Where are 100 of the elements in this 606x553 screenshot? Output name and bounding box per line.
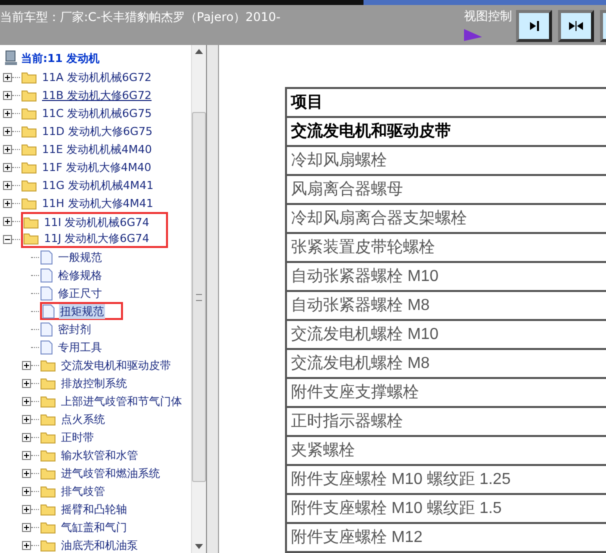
expand-icon[interactable]: [3, 198, 12, 208]
folder-icon: [40, 484, 56, 498]
tree-item[interactable]: 修正尺寸: [57, 286, 103, 300]
tree-item[interactable]: 一般规范: [57, 250, 103, 264]
table-cell: 自动张紧器螺栓 M10: [286, 262, 606, 291]
table-cell: 附件支座螺栓 M10 螺纹距 1.5: [286, 494, 606, 523]
tree-item[interactable]: 11E 发动机机械4M40: [41, 142, 153, 156]
tree-item[interactable]: 排放控制系统: [60, 376, 128, 390]
section-cell: 交流发电机和驱动皮带: [286, 117, 606, 146]
tree-item[interactable]: 点火系统: [60, 412, 106, 426]
tree-item[interactable]: 11H 发动机大修4M41: [41, 196, 154, 210]
folder-icon: [40, 394, 56, 408]
arrow-icon: [568, 20, 584, 32]
table-cell: 附件支座螺栓 M12: [286, 523, 606, 552]
expand-icon[interactable]: [22, 378, 31, 388]
table-cell: 自动张紧器螺栓 M8: [286, 291, 606, 320]
tree-root[interactable]: 当前:11 发动机: [21, 50, 100, 66]
view-button[interactable]: [558, 10, 594, 42]
folder-icon: [21, 178, 37, 192]
scroll-down-icon[interactable]: [195, 544, 203, 549]
document-icon: [40, 322, 53, 336]
view-control-label: 视图控制: [464, 8, 512, 25]
folder-icon: [40, 430, 56, 444]
table-cell: 交流发电机螺栓 M8: [286, 349, 606, 378]
folder-icon: [21, 142, 37, 156]
table-cell: 交流发电机螺栓 M10: [286, 320, 606, 349]
table-cell: 附件支座螺栓 M10 螺纹距 1.25: [286, 465, 606, 494]
folder-icon: [40, 466, 56, 480]
folder-icon: [21, 106, 37, 120]
tree-item[interactable]: 检修规格: [57, 268, 103, 282]
expand-icon[interactable]: [3, 162, 12, 172]
expand-icon[interactable]: [22, 540, 31, 550]
tree-item[interactable]: 11D 发动机大修6G75: [41, 124, 154, 138]
scroll-thumb[interactable]: [192, 112, 206, 482]
table-cell: 风扇离合器螺母: [286, 175, 606, 204]
tree-item[interactable]: 进气歧管和燃油系统: [60, 466, 161, 480]
folder-icon: [21, 124, 37, 138]
tree-item[interactable]: 交流发电机和驱动皮带: [60, 358, 172, 372]
expand-icon[interactable]: [22, 396, 31, 406]
expand-icon[interactable]: [22, 450, 31, 460]
expand-icon[interactable]: [22, 486, 31, 496]
expand-icon[interactable]: [3, 72, 12, 82]
tree-item[interactable]: 油底壳和机油泵: [60, 538, 139, 552]
table-cell: 附件支座支撑螺栓: [286, 378, 606, 407]
tree-item[interactable]: 11B 发动机大修6G72: [41, 88, 153, 102]
document-icon: [40, 340, 53, 354]
column-header: 项目: [286, 88, 606, 117]
folder-icon: [40, 520, 56, 534]
table-cell: 夹紧螺栓: [286, 436, 606, 465]
expand-icon[interactable]: [3, 126, 12, 136]
tree-item[interactable]: 上部进气歧管和节气门体: [60, 394, 183, 408]
tree-item[interactable]: 气缸盖和气门: [60, 520, 128, 534]
tree-item[interactable]: 输水软管和水管: [60, 448, 139, 462]
expand-icon[interactable]: [22, 504, 31, 514]
expand-icon[interactable]: [3, 90, 12, 100]
tree-item[interactable]: 正时带: [60, 430, 95, 444]
folder-icon: [23, 216, 39, 228]
scroll-up-icon[interactable]: [195, 49, 203, 54]
document-icon: [42, 304, 55, 318]
folder-icon: [40, 358, 56, 372]
expand-icon[interactable]: [22, 414, 31, 424]
collapse-icon[interactable]: [3, 234, 12, 244]
tree-item[interactable]: 11G 发动机机械4M41: [41, 178, 155, 192]
expand-icon[interactable]: [3, 180, 12, 190]
tree-item[interactable]: 摇臂和凸轮轴: [60, 502, 128, 516]
folder-icon: [40, 502, 56, 516]
table-cell: 冷却风扇离合器支架螺栓: [286, 204, 606, 233]
folder-icon: [21, 160, 37, 174]
tree-item[interactable]: 排气歧管: [60, 484, 106, 498]
tree-item[interactable]: 11C 发动机机械6G75: [41, 106, 153, 120]
tree-item[interactable]: 专用工具: [57, 340, 103, 354]
triangle-icon: [464, 29, 482, 41]
tree-item[interactable]: 11A 发动机机械6G72: [41, 70, 153, 84]
folder-icon: [40, 538, 56, 552]
tree-item[interactable]: 扭矩规范: [59, 304, 105, 318]
folder-icon: [21, 70, 37, 84]
expand-icon[interactable]: [22, 522, 31, 532]
vehicle-title: 当前车型：厂家:C-长丰猎豹帕杰罗（Pajero）2010-: [0, 9, 280, 26]
view-button[interactable]: [516, 10, 552, 42]
scrollbar[interactable]: [191, 45, 206, 553]
expand-icon[interactable]: [22, 432, 31, 442]
expand-icon[interactable]: [22, 468, 31, 478]
table-cell: 正时指示器螺栓: [286, 407, 606, 436]
folder-icon: [23, 232, 39, 244]
table-cell: 张紧装置皮带轮螺栓: [286, 233, 606, 262]
expand-icon[interactable]: [3, 216, 12, 226]
folder-icon: [40, 376, 56, 390]
folder-icon: [40, 412, 56, 426]
document-icon: [40, 286, 53, 300]
tree-item[interactable]: 11F 发动机大修4M40: [41, 160, 152, 174]
expand-icon[interactable]: [3, 144, 12, 154]
expand-icon[interactable]: [3, 108, 12, 118]
expand-icon[interactable]: [22, 360, 31, 370]
folder-icon: [21, 88, 37, 102]
folder-icon: [21, 196, 37, 210]
computer-icon: [4, 50, 18, 66]
document-icon: [40, 268, 53, 282]
folder-icon: [40, 448, 56, 462]
table-cell: 冷却风扇螺栓: [286, 146, 606, 175]
tree-item[interactable]: 密封剂: [57, 322, 92, 336]
